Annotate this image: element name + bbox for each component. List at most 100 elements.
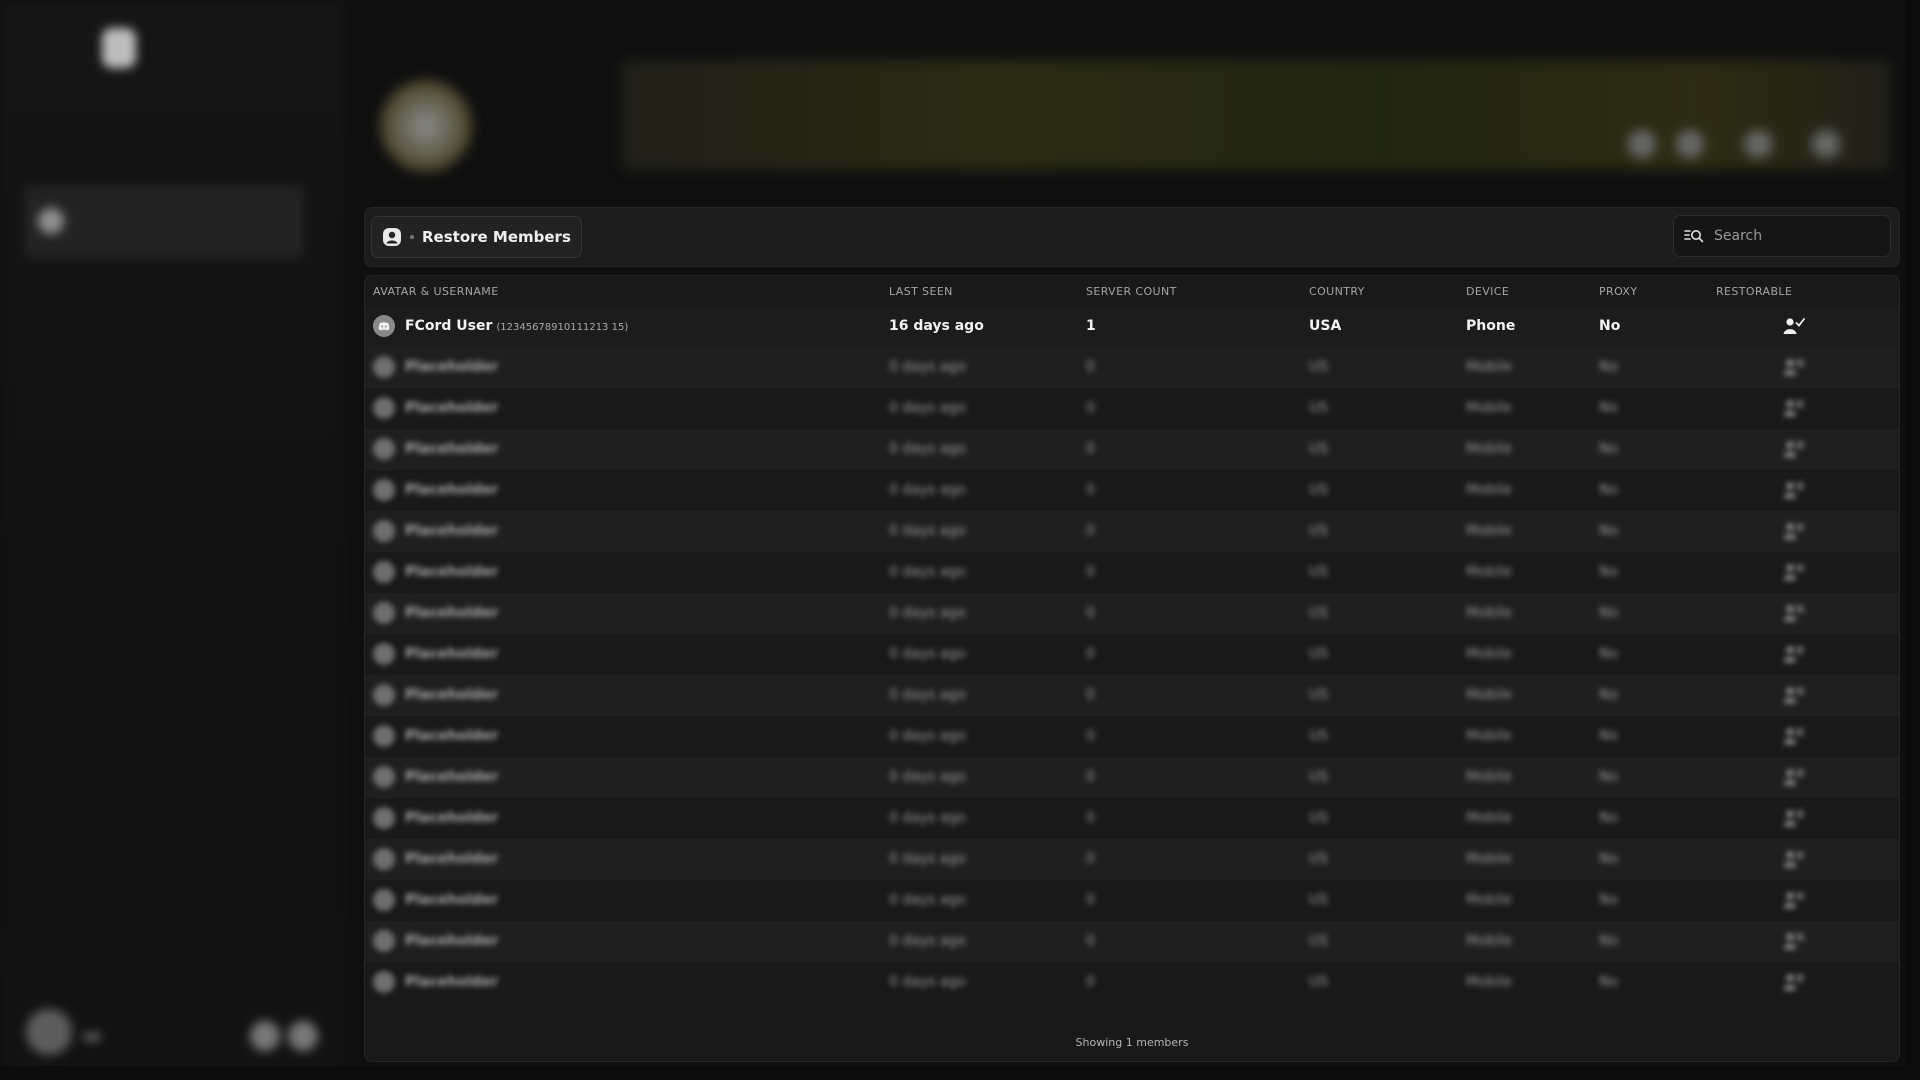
server-header xyxy=(362,60,1890,198)
placeholder-device: Mobile xyxy=(1466,974,1512,990)
placeholder-last-seen: 0 days ago xyxy=(889,359,966,375)
user-x-icon[interactable] xyxy=(1783,726,1805,746)
table-row[interactable]: Placeholder 0 days ago 0 US Mobile No xyxy=(365,429,1899,470)
placeholder-username: Placeholder xyxy=(405,687,499,703)
placeholder-username: Placeholder xyxy=(405,400,499,416)
action-icon[interactable] xyxy=(1676,130,1704,158)
placeholder-device: Mobile xyxy=(1466,687,1512,703)
column-header-device: DEVICE xyxy=(1466,285,1510,298)
placeholder-proxy: No xyxy=(1599,605,1619,621)
placeholder-username: Placeholder xyxy=(405,605,499,621)
action-icon[interactable] xyxy=(1628,130,1656,158)
tab-restore-members[interactable]: Restore Members xyxy=(371,216,582,258)
table-row[interactable]: Placeholder 0 days ago 0 US Mobile No xyxy=(365,593,1899,634)
user-x-icon[interactable] xyxy=(1783,890,1805,910)
placeholder-country: US xyxy=(1309,359,1329,375)
sidebar-item-bots[interactable] xyxy=(30,264,300,336)
placeholder-proxy: No xyxy=(1599,482,1619,498)
table-row[interactable]: FCord User (12345678910111213 15) 16 days… xyxy=(365,306,1899,347)
member-device: Phone xyxy=(1466,318,1516,334)
logout-icon[interactable] xyxy=(288,1021,318,1051)
column-header-country: COUNTRY xyxy=(1309,285,1365,298)
discord-avatar-icon xyxy=(373,315,395,337)
placeholder-device: Mobile xyxy=(1466,851,1512,867)
action-icon[interactable] xyxy=(1744,130,1772,158)
app-window: Restore Members AVATAR & USERNAME LAST S… xyxy=(0,0,1920,1080)
user-x-icon[interactable] xyxy=(1783,562,1805,582)
placeholder-device: Mobile xyxy=(1466,892,1512,908)
placeholder-username: Placeholder xyxy=(405,810,499,826)
avatar xyxy=(373,930,395,952)
placeholder-device: Mobile xyxy=(1466,564,1512,580)
table-row[interactable]: Placeholder 0 days ago 0 US Mobile No xyxy=(365,716,1899,757)
table-row[interactable]: Placeholder 0 days ago 0 US Mobile No xyxy=(365,552,1899,593)
search-input[interactable] xyxy=(1712,227,1866,245)
user-x-icon[interactable] xyxy=(1783,849,1805,869)
user-x-icon[interactable] xyxy=(1783,357,1805,377)
table-row[interactable]: Placeholder 0 days ago 0 US Mobile No xyxy=(365,675,1899,716)
placeholder-device: Mobile xyxy=(1466,646,1512,662)
tab-label: Restore Members xyxy=(422,228,571,246)
user-x-icon[interactable] xyxy=(1783,767,1805,787)
table-row[interactable]: Placeholder 0 days ago 0 US Mobile No xyxy=(365,634,1899,675)
user-circle-icon xyxy=(383,228,401,246)
placeholder-server-count: 0 xyxy=(1086,564,1095,580)
placeholder-username: Placeholder xyxy=(405,974,499,990)
placeholder-device: Mobile xyxy=(1466,400,1512,416)
placeholder-country: US xyxy=(1309,564,1329,580)
user-x-icon[interactable] xyxy=(1783,644,1805,664)
sidebar-item-dashboard[interactable] xyxy=(30,108,300,180)
user-x-icon[interactable] xyxy=(1783,398,1805,418)
placeholder-username: Placeholder xyxy=(405,851,499,867)
user-x-icon[interactable] xyxy=(1783,931,1805,951)
table-row[interactable]: Placeholder 0 days ago 0 US Mobile No xyxy=(365,798,1899,839)
user-x-icon[interactable] xyxy=(1783,439,1805,459)
user-profile-footer[interactable] xyxy=(18,1005,328,1065)
table-row[interactable]: Placeholder 0 days ago 0 US Mobile No xyxy=(365,388,1899,429)
table-row[interactable]: Placeholder 0 days ago 0 US Mobile No xyxy=(365,347,1899,388)
settings-icon[interactable] xyxy=(250,1021,280,1051)
placeholder-last-seen: 0 days ago xyxy=(889,400,966,416)
user-x-icon[interactable] xyxy=(1783,972,1805,992)
table-row[interactable]: Placeholder 0 days ago 0 US Mobile No xyxy=(365,511,1899,552)
members-count: Showing 1 members xyxy=(1075,1036,1189,1049)
placeholder-username: Placeholder xyxy=(405,482,499,498)
placeholder-last-seen: 0 days ago xyxy=(889,687,966,703)
avatar xyxy=(373,889,395,911)
user-x-icon[interactable] xyxy=(1783,808,1805,828)
user-x-icon[interactable] xyxy=(1783,685,1805,705)
table-row[interactable]: Placeholder 0 days ago 0 US Mobile No xyxy=(365,921,1899,962)
user-x-icon[interactable] xyxy=(1783,480,1805,500)
sidebar-item-server[interactable] xyxy=(24,186,304,258)
member-server-count: 1 xyxy=(1086,318,1096,334)
placeholder-device: Mobile xyxy=(1466,523,1512,539)
search-box[interactable] xyxy=(1673,215,1891,257)
user-x-icon[interactable] xyxy=(1783,603,1805,623)
placeholder-proxy: No xyxy=(1599,523,1619,539)
placeholder-proxy: No xyxy=(1599,564,1619,580)
placeholder-last-seen: 0 days ago xyxy=(889,851,966,867)
placeholder-country: US xyxy=(1309,687,1329,703)
table-row[interactable]: Placeholder 0 days ago 0 US Mobile No xyxy=(365,757,1899,798)
table-row[interactable]: Placeholder 0 days ago 0 US Mobile No xyxy=(365,839,1899,880)
table-row[interactable]: Placeholder 0 days ago 0 US Mobile No xyxy=(365,880,1899,921)
placeholder-device: Mobile xyxy=(1466,810,1512,826)
user-check-icon[interactable] xyxy=(1783,316,1805,336)
placeholder-server-count: 0 xyxy=(1086,646,1095,662)
avatar xyxy=(373,684,395,706)
placeholder-country: US xyxy=(1309,728,1329,744)
user-x-icon[interactable] xyxy=(1783,521,1805,541)
placeholder-username: Placeholder xyxy=(405,769,499,785)
placeholder-server-count: 0 xyxy=(1086,933,1095,949)
table-row[interactable]: Placeholder 0 days ago 0 US Mobile No xyxy=(365,962,1899,1003)
placeholder-username: Placeholder xyxy=(405,728,499,744)
placeholder-proxy: No xyxy=(1599,400,1619,416)
placeholder-country: US xyxy=(1309,892,1329,908)
server-avatar xyxy=(380,80,472,172)
action-icon[interactable] xyxy=(1812,130,1840,158)
table-row[interactable]: Placeholder 0 days ago 0 US Mobile No xyxy=(365,470,1899,511)
logo-mark xyxy=(102,28,136,68)
placeholder-server-count: 0 xyxy=(1086,810,1095,826)
placeholder-last-seen: 0 days ago xyxy=(889,523,966,539)
logo xyxy=(102,28,150,68)
